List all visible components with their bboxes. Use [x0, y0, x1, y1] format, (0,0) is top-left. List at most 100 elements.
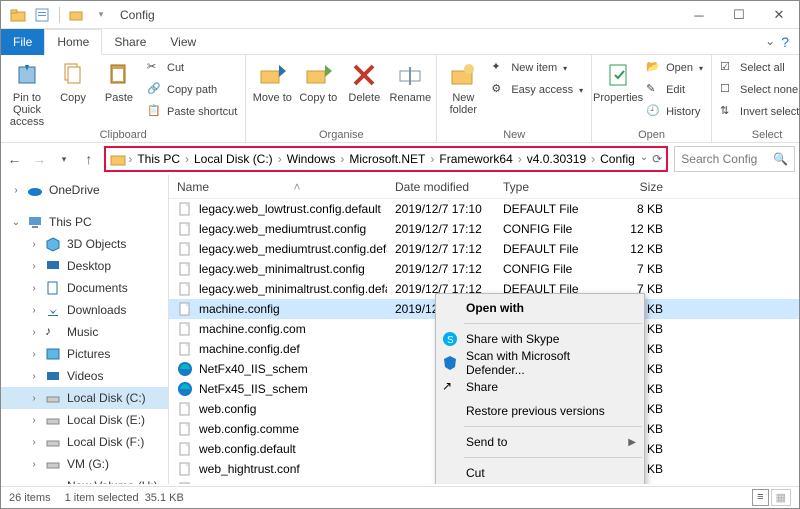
col-type[interactable]: Type — [495, 180, 613, 194]
ribbon-collapse-icon[interactable]: ⌄ — [765, 34, 775, 50]
copy-to-button[interactable]: Copy to — [296, 57, 340, 104]
crumb-config[interactable]: Config — [597, 152, 638, 166]
file-row[interactable]: legacy.web_mediumtrust.config2019/12/7 1… — [169, 219, 799, 239]
file-row[interactable]: legacy.web_minimaltrust.config2019/12/7 … — [169, 259, 799, 279]
music-icon: ♪ — [45, 324, 61, 340]
help-icon[interactable]: ? — [781, 34, 789, 50]
copy-path-button[interactable]: 🔗Copy path — [143, 79, 241, 101]
tab-view[interactable]: View — [158, 29, 208, 55]
navigation-pane: ›OneDrive ⌄This PC ›3D Objects ›Desktop … — [1, 175, 169, 484]
select-none-button[interactable]: ☐Select none — [716, 79, 800, 101]
ribbon-group-new: New folder ✦New item▾ ⚙Easy access▾ New — [437, 55, 592, 142]
properties-button[interactable]: Properties — [596, 57, 640, 104]
edit-button[interactable]: ✎Edit — [642, 79, 707, 101]
properties-icon[interactable] — [31, 4, 53, 26]
file-icon — [177, 201, 193, 217]
file-list: Name˄ Date modified Type Size legacy.web… — [169, 175, 799, 484]
easy-access-button[interactable]: ⚙Easy access▾ — [487, 79, 587, 101]
paste-shortcut-button[interactable]: 📋Paste shortcut — [143, 101, 241, 123]
address-dropdown-icon[interactable]: ⌄ — [640, 152, 648, 166]
minimize-button[interactable]: ─ — [679, 1, 719, 29]
status-selected: 1 item selected 35.1 KB — [65, 492, 184, 504]
ctx-share[interactable]: ↗Share — [436, 375, 644, 399]
nav-desktop[interactable]: ›Desktop — [1, 255, 168, 277]
ctx-share-skype[interactable]: SShare with Skype — [436, 327, 644, 351]
documents-icon — [45, 280, 61, 296]
qat-dropdown-icon[interactable]: ▾ — [90, 4, 112, 26]
move-to-button[interactable]: Move to — [250, 57, 294, 104]
copy-button[interactable]: Copy — [51, 57, 95, 104]
skype-icon: S — [442, 331, 458, 347]
crumb-windows[interactable]: Windows — [284, 152, 339, 166]
quick-access-toolbar: ▾ — [1, 4, 112, 26]
col-size[interactable]: Size — [613, 180, 671, 194]
maximize-button[interactable]: ☐ — [719, 1, 759, 29]
new-folder-button[interactable]: New folder — [441, 57, 485, 116]
nav-downloads[interactable]: ›Downloads — [1, 299, 168, 321]
crumb-version[interactable]: v4.0.30319 — [524, 152, 589, 166]
nav-newvol-h[interactable]: ›New Volume (H:) — [1, 475, 168, 484]
folder-icon — [110, 151, 126, 167]
history-button[interactable]: 🕘History — [642, 101, 707, 123]
file-icon — [177, 301, 193, 317]
ctx-open-with[interactable]: Open with — [436, 296, 644, 320]
details-view-button[interactable]: ≡ — [752, 489, 768, 506]
nav-videos[interactable]: ›Videos — [1, 365, 168, 387]
cut-button[interactable]: ✂Cut — [143, 57, 241, 79]
forward-button[interactable]: → — [30, 147, 49, 171]
paste-button[interactable]: Paste — [97, 57, 141, 104]
nav-pictures[interactable]: ›Pictures — [1, 343, 168, 365]
new-item-button[interactable]: ✦New item▾ — [487, 57, 587, 79]
file-date: 2019/12/7 17:10 — [387, 202, 495, 216]
tab-home[interactable]: Home — [44, 29, 102, 55]
file-name: NetFx45_IIS_schem — [199, 382, 308, 396]
ctx-cut[interactable]: Cut — [436, 461, 644, 484]
back-button[interactable]: ← — [5, 147, 24, 171]
file-row[interactable]: legacy.web_mediumtrust.config.default201… — [169, 239, 799, 259]
search-box[interactable]: Search Config 🔍 — [674, 146, 795, 172]
col-date[interactable]: Date modified — [387, 180, 495, 194]
svg-text:S: S — [447, 335, 454, 346]
close-button[interactable]: ✕ — [759, 1, 799, 29]
pin-quick-access-button[interactable]: Pin to Quick access — [5, 57, 49, 128]
nav-3dobjects[interactable]: ›3D Objects — [1, 233, 168, 255]
up-button[interactable]: ↑ — [79, 147, 98, 171]
scissors-icon: ✂ — [147, 60, 163, 76]
refresh-icon[interactable]: ⟳ — [652, 152, 662, 166]
nav-onedrive[interactable]: ›OneDrive — [1, 179, 168, 201]
new-folder-icon[interactable] — [66, 4, 88, 26]
recent-dropdown[interactable]: ▾ — [55, 147, 74, 171]
crumb-thispc[interactable]: This PC — [134, 152, 183, 166]
thumbnails-view-button[interactable]: ▦ — [771, 489, 791, 506]
drive-icon — [45, 412, 61, 428]
nav-thispc[interactable]: ⌄This PC — [1, 211, 168, 233]
file-size: 8 KB — [613, 202, 671, 216]
tab-file[interactable]: File — [1, 29, 44, 55]
file-type: CONFIG File — [495, 262, 613, 276]
nav-music[interactable]: ›♪Music — [1, 321, 168, 343]
address-box[interactable]: › This PC› Local Disk (C:)› Windows› Mic… — [104, 146, 668, 172]
select-all-button[interactable]: ☑Select all — [716, 57, 800, 79]
nav-local-c[interactable]: ›Local Disk (C:) — [1, 387, 168, 409]
crumb-fw64[interactable]: Framework64 — [436, 152, 515, 166]
tab-share[interactable]: Share — [102, 29, 158, 55]
nav-local-e[interactable]: ›Local Disk (E:) — [1, 409, 168, 431]
ribbon-group-organise: Move to Copy to Delete Rename Organise — [246, 55, 437, 142]
crumb-msnet[interactable]: Microsoft.NET — [346, 152, 428, 166]
desktop-icon — [45, 258, 61, 274]
nav-local-f[interactable]: ›Local Disk (F:) — [1, 431, 168, 453]
nav-documents[interactable]: ›Documents — [1, 277, 168, 299]
delete-button[interactable]: Delete — [342, 57, 386, 104]
ctx-send-to[interactable]: Send to▶ — [436, 430, 644, 454]
file-name: web_hightrust.conf — [199, 462, 300, 476]
rename-button[interactable]: Rename — [388, 57, 432, 104]
open-button[interactable]: 📂Open▾ — [642, 57, 707, 79]
file-name: legacy.web_minimaltrust.config — [199, 262, 365, 276]
col-name[interactable]: Name˄ — [169, 180, 387, 194]
invert-selection-button[interactable]: ⇅Invert selection — [716, 101, 800, 123]
file-row[interactable]: legacy.web_lowtrust.config.default2019/1… — [169, 199, 799, 219]
nav-vm-g[interactable]: ›VM (G:) — [1, 453, 168, 475]
ctx-restore-versions[interactable]: Restore previous versions — [436, 399, 644, 423]
crumb-localc[interactable]: Local Disk (C:) — [191, 152, 276, 166]
ctx-scan-defender[interactable]: Scan with Microsoft Defender... — [436, 351, 644, 375]
